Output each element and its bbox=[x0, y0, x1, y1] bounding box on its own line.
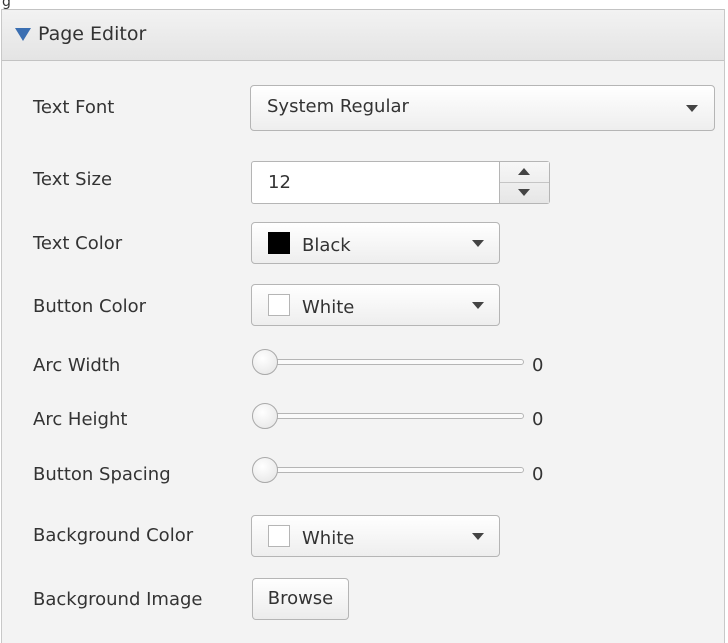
panel-header[interactable]: Page Editor bbox=[2, 9, 724, 61]
text-color-label: Text Color bbox=[33, 233, 123, 254]
arc-height-value: 0 bbox=[532, 409, 544, 430]
triangle-up-icon bbox=[518, 168, 530, 175]
text-font-value: System Regular bbox=[267, 96, 409, 117]
button-color-swatch bbox=[268, 294, 290, 316]
button-color-picker[interactable]: White bbox=[251, 284, 500, 326]
arc-height-slider[interactable] bbox=[252, 403, 524, 431]
text-color-swatch bbox=[268, 232, 290, 254]
page-editor-panel: Page Editor Text Font System Regular Tex… bbox=[1, 9, 725, 643]
chevron-down-icon bbox=[472, 533, 484, 540]
text-size-spinner[interactable]: 12 bbox=[251, 161, 550, 204]
chevron-down-icon bbox=[472, 240, 484, 247]
browse-button[interactable]: Browse bbox=[252, 578, 349, 620]
arc-width-slider-thumb[interactable] bbox=[252, 349, 278, 375]
background-color-picker[interactable]: White bbox=[251, 515, 500, 557]
spinner-decrement-button[interactable] bbox=[500, 183, 549, 203]
button-spacing-slider-thumb[interactable] bbox=[252, 457, 278, 483]
button-color-label: Button Color bbox=[33, 296, 147, 317]
text-color-picker[interactable]: Black bbox=[251, 222, 500, 264]
background-color-label: Background Color bbox=[33, 525, 194, 546]
text-size-value: 12 bbox=[268, 172, 291, 193]
text-font-label: Text Font bbox=[33, 97, 115, 118]
collapse-triangle-icon[interactable] bbox=[15, 28, 31, 41]
background-color-swatch bbox=[268, 525, 290, 547]
arc-width-slider-track[interactable] bbox=[256, 359, 524, 365]
arc-width-slider[interactable] bbox=[252, 349, 524, 377]
spinner-increment-button[interactable] bbox=[500, 162, 549, 183]
background-color-value: White bbox=[302, 528, 355, 549]
button-spacing-slider[interactable] bbox=[252, 457, 524, 485]
arc-width-value: 0 bbox=[532, 355, 544, 376]
button-spacing-value: 0 bbox=[532, 464, 544, 485]
arc-height-slider-track[interactable] bbox=[256, 413, 524, 419]
window-top-strip: g bbox=[0, 0, 728, 10]
triangle-down-icon bbox=[518, 189, 530, 196]
button-spacing-label: Button Spacing bbox=[33, 464, 171, 485]
text-size-label: Text Size bbox=[33, 169, 113, 190]
arc-height-slider-thumb[interactable] bbox=[252, 403, 278, 429]
text-color-value: Black bbox=[302, 235, 351, 256]
arc-height-label: Arc Height bbox=[33, 409, 128, 430]
panel-title: Page Editor bbox=[38, 23, 147, 45]
arc-width-label: Arc Width bbox=[33, 355, 121, 376]
button-color-value: White bbox=[302, 297, 355, 318]
chevron-down-icon bbox=[472, 302, 484, 309]
chevron-down-icon bbox=[686, 105, 698, 112]
text-font-combobox[interactable]: System Regular bbox=[250, 85, 715, 131]
background-image-label: Background Image bbox=[33, 589, 203, 610]
spinner-buttons bbox=[499, 162, 549, 203]
button-spacing-slider-track[interactable] bbox=[256, 467, 524, 473]
